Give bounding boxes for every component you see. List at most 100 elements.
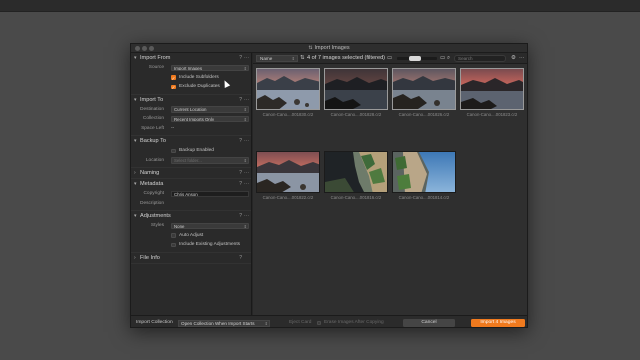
backup-enabled-checkbox[interactable]	[171, 148, 176, 153]
exclude-duplicates-checkbox[interactable]	[171, 83, 176, 92]
help-icon[interactable]: ?	[239, 179, 242, 189]
thumbnail-caption: Canon-Cano....001830.cr2	[262, 112, 314, 117]
open-collection-select[interactable]: Open Collection When Import Starts ⇕	[178, 319, 270, 327]
section-backup-to[interactable]: ▾ Backup To ? ···	[131, 136, 251, 146]
more-icon[interactable]: ···	[244, 179, 249, 189]
image-browser: Name ⇕ ⇅ 4 of 7 images selected (filtered…	[253, 53, 527, 315]
image-thumbnail[interactable]: Canon-Cano....001830.cr2	[256, 68, 320, 120]
source-select[interactable]: Import Images ⇕	[171, 64, 249, 71]
more-icon[interactable]: ···	[519, 54, 525, 63]
copyright-field[interactable]: Chris Anson	[171, 190, 249, 197]
image-thumbnail[interactable]: Canon-Cano....001816.cr2	[324, 151, 388, 203]
more-icon[interactable]: ···	[244, 211, 249, 221]
section-metadata[interactable]: ▾ Metadata ? ···	[131, 179, 251, 189]
space-left-value: --	[171, 125, 175, 131]
source-label: Source	[148, 65, 164, 70]
include-subfolders-label: Include Subfolders	[179, 74, 219, 80]
more-icon[interactable]: ···	[244, 168, 249, 178]
help-icon[interactable]: ?	[239, 211, 242, 221]
destination-select[interactable]: Current Location ⇕	[171, 106, 249, 113]
section-title: Naming	[140, 170, 160, 176]
more-icon[interactable]: ···	[244, 95, 249, 105]
dialog-footer: Import Collection Open Collection When I…	[131, 315, 527, 327]
zoom-out-icon[interactable]: ▭	[387, 54, 392, 63]
chevron-down-icon: ▾	[134, 213, 137, 219]
section-naming[interactable]: › Naming ? ···	[131, 168, 251, 178]
erase-images-checkbox[interactable]	[317, 321, 321, 325]
image-thumbnail[interactable]: Canon-Cano....001826.cr2	[392, 68, 456, 120]
search-icon: ⌕	[447, 55, 451, 61]
image-thumbnail[interactable]: Canon-Cano....001822.cr2	[256, 151, 320, 203]
chevron-right-icon: ›	[134, 170, 136, 176]
more-icon[interactable]: ···	[244, 136, 249, 146]
divider	[131, 262, 251, 264]
include-existing-adjustments-label: Include Existing Adjustments	[179, 242, 241, 247]
exclude-duplicates-label: Exclude Duplicates	[179, 84, 220, 89]
help-icon[interactable]: ?	[239, 168, 242, 178]
image-thumbnail[interactable]: Canon-Cano....001828.cr2	[324, 68, 388, 120]
auto-adjust-checkbox[interactable]	[171, 233, 176, 238]
include-existing-adjustments-row: Include Existing Adjustments	[131, 240, 251, 250]
import-icon: ⇅	[308, 45, 313, 51]
styles-row: Styles None ⇕	[131, 221, 251, 231]
destination-label: Destination	[140, 106, 164, 112]
thumbnail-size-slider[interactable]	[397, 56, 437, 61]
include-subfolders-checkbox[interactable]	[171, 74, 176, 82]
eject-card-label[interactable]: Eject Card	[289, 316, 311, 327]
help-icon[interactable]: ?	[239, 95, 242, 105]
section-adjustments[interactable]: ▾ Adjustments ? ···	[131, 211, 251, 221]
section-import-to[interactable]: ▾ Import To ? ···	[131, 95, 251, 105]
import-collection-label: Import Collection	[136, 320, 173, 325]
thumbnail-image	[256, 151, 320, 193]
collection-select[interactable]: Recent Imports Only ⇕	[171, 115, 249, 122]
section-title: Import From	[140, 55, 171, 61]
selection-count: 4 of 7 images selected (filtered)	[307, 55, 386, 61]
auto-adjust-label: Auto Adjust	[179, 232, 204, 238]
thumbnail-caption: Canon-Cano....001823.cr2	[466, 112, 518, 117]
copyright-label: Copyright	[143, 191, 164, 196]
chevron-updown-icon: ⇕	[264, 320, 268, 326]
chevron-updown-icon: ⇕	[243, 158, 247, 163]
chevron-down-icon: ▾	[134, 138, 137, 144]
section-title: Import To	[140, 96, 164, 103]
help-icon[interactable]: ?	[239, 136, 242, 146]
sort-direction-icon[interactable]: ⇅	[300, 54, 305, 63]
section-file-info[interactable]: › File Info ?	[131, 253, 251, 263]
chevron-down-icon: ▾	[134, 96, 137, 103]
section-import-from[interactable]: ▾ Import From ? ···	[131, 53, 251, 63]
thumbnail-caption: Canon-Cano....001814.cr2	[398, 195, 450, 200]
help-icon[interactable]: ?	[239, 53, 242, 63]
app-menu-bar	[0, 0, 640, 12]
destination-row: Destination Current Location ⇕	[131, 105, 251, 115]
styles-select[interactable]: None ⇕	[171, 222, 249, 229]
import-images-button[interactable]: Import 4 Images	[471, 319, 525, 327]
import-settings-panel: ▾ Import From ? ··· Source Import Images…	[131, 53, 252, 315]
chevron-down-icon: ▾	[134, 181, 137, 187]
thumbnail-image	[256, 68, 320, 110]
more-icon[interactable]: ···	[244, 53, 249, 63]
backup-enabled-label: Backup Enabled	[179, 148, 214, 153]
slider-knob[interactable]	[409, 56, 421, 61]
styles-label: Styles	[150, 223, 164, 228]
location-label: Location	[145, 157, 164, 163]
help-icon[interactable]: ?	[239, 253, 242, 263]
cancel-button[interactable]: Cancel	[403, 319, 455, 327]
image-thumbnail[interactable]: Canon-Cano....001823.cr2	[460, 68, 524, 120]
chevron-right-icon: ›	[134, 254, 136, 261]
search-input[interactable]: Search	[454, 55, 506, 62]
description-label: Description	[140, 200, 164, 206]
sort-select[interactable]: Name ⇕	[256, 55, 298, 62]
filter-gear-icon[interactable]: ⚙	[511, 54, 516, 63]
space-left-row: Space Left --	[131, 124, 251, 134]
zoom-in-icon[interactable]: ▭	[440, 54, 445, 63]
include-existing-adjustments-checkbox[interactable]	[171, 242, 176, 247]
location-select[interactable]: Select folder... ⇕	[171, 157, 249, 164]
thumbnail-caption: Canon-Cano....001816.cr2	[330, 195, 382, 200]
browser-toolbar: Name ⇕ ⇅ 4 of 7 images selected (filtered…	[253, 53, 527, 64]
section-title: File Info	[140, 254, 160, 261]
image-thumbnail[interactable]: Canon-Cano....001814.cr2	[392, 151, 456, 203]
dialog-titlebar: ⇅ Import Images	[131, 44, 527, 53]
section-title: Adjustments	[140, 213, 171, 219]
section-title: Metadata	[140, 181, 164, 187]
thumbnail-caption: Canon-Cano....001828.cr2	[330, 112, 382, 117]
